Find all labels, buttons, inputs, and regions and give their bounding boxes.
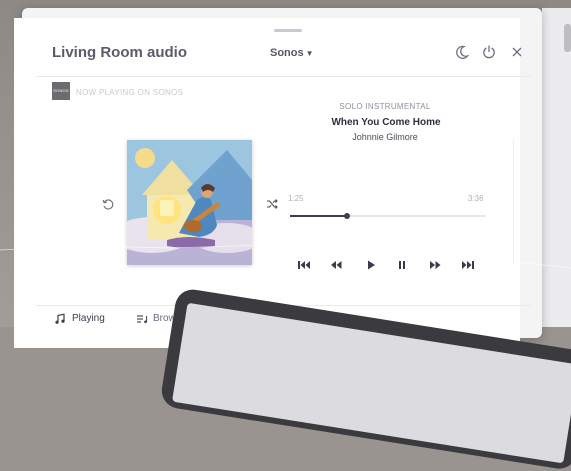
moon-icon[interactable] [454,44,470,60]
dialog-title: Living Room audio [52,44,187,61]
side-panel [542,8,571,327]
skip-to-end-icon[interactable] [461,259,475,271]
fast-forward-icon[interactable] [428,259,442,271]
sonos-logo: SONOS [52,82,70,100]
rewind-icon[interactable] [329,259,343,271]
source-select[interactable]: Sonos ▼ [270,47,314,59]
play-icon[interactable] [364,259,378,271]
progress-knob[interactable] [343,213,350,219]
track-title: When You Come Home [331,117,441,128]
caret-down-icon: ▼ [305,49,314,58]
music-note-icon [55,313,65,324]
skip-to-start-icon[interactable] [297,259,311,271]
progress-slider[interactable] [290,213,486,219]
time-total: 3:36 [468,194,484,203]
drag-handle[interactable] [274,29,302,32]
pause-icon[interactable] [395,259,409,271]
time-elapsed: 1:25 [288,194,304,203]
source-select-label: Sonos [270,47,304,59]
scrollbar[interactable] [564,24,571,52]
power-icon[interactable] [481,44,497,60]
tab-playing[interactable]: Playing [72,313,105,324]
replay-icon[interactable] [101,197,115,211]
close-icon[interactable] [509,44,525,60]
panel-divider [513,140,514,265]
track-artist: Johnnie Gilmore [352,132,418,142]
album-art [127,140,252,265]
media-player-dialog [14,18,520,348]
header-divider [36,76,532,77]
now-playing-label: NOW PLAYING ON SONOS [76,88,184,97]
progress-fill [290,215,347,217]
browse-icon [137,315,148,324]
shuffle-icon[interactable] [266,198,278,210]
track-genre: SOLO INSTRUMENTAL [339,102,431,111]
